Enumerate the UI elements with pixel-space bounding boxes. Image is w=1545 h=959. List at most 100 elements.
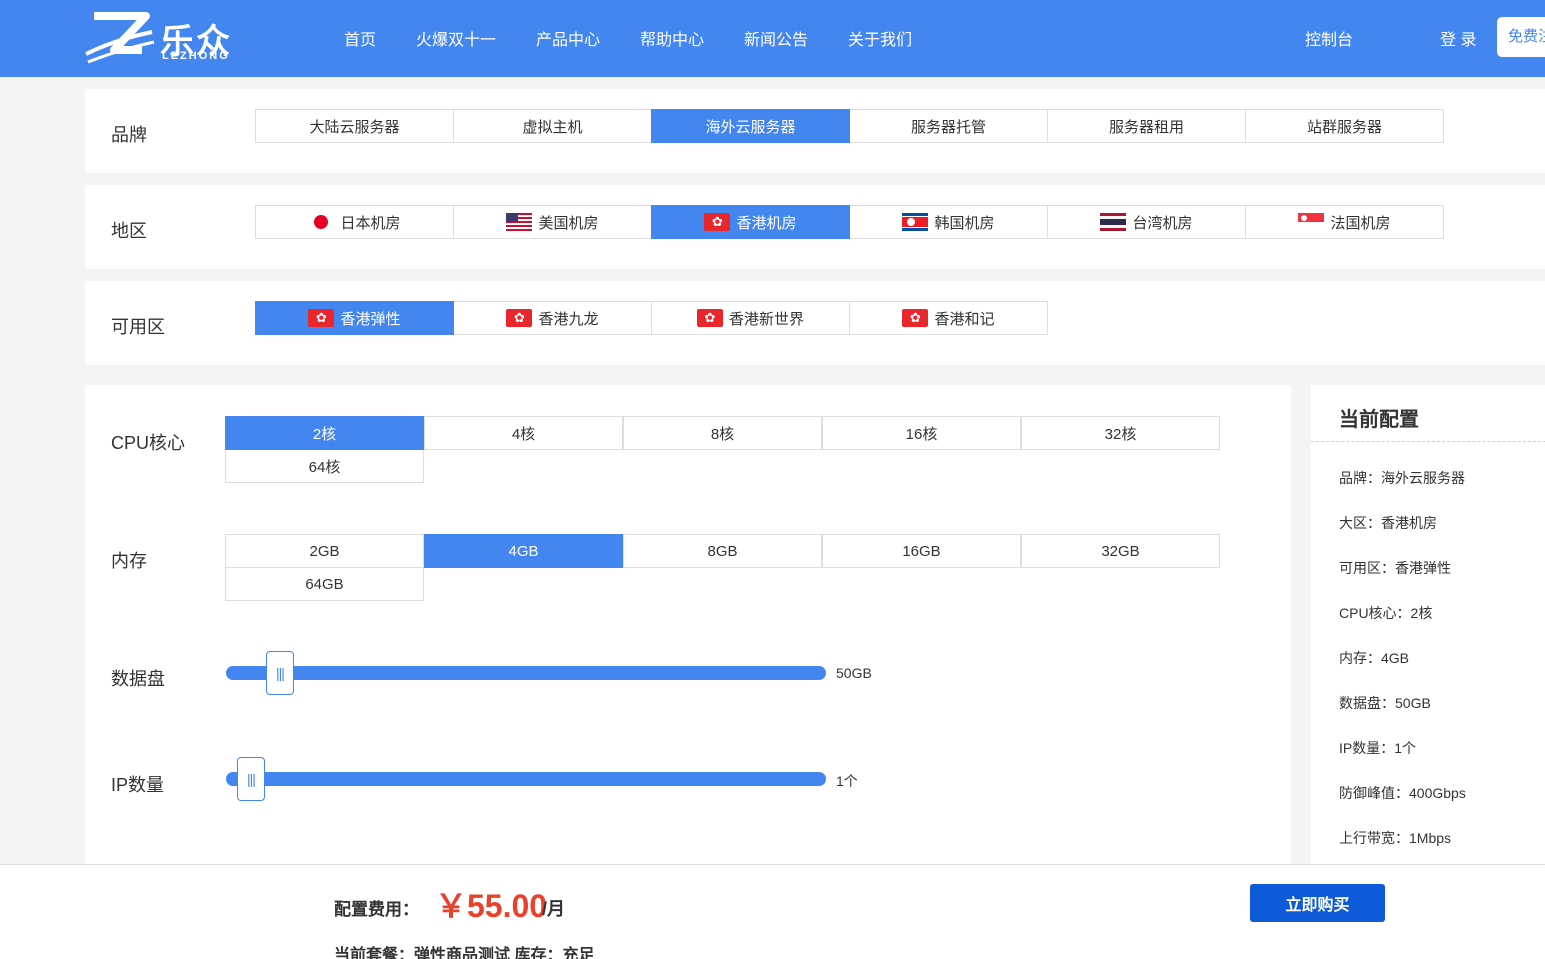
config-item-disk: 数据盘：50GB (1339, 695, 1431, 711)
config-item-ip: IP数量：1个 (1339, 740, 1417, 756)
config-item-bandwidth: 上行带宽：1Mbps (1339, 830, 1452, 846)
hongkong-flag-icon (902, 309, 929, 327)
region-option-label: 日本机房 (340, 214, 401, 232)
cpu-option-4[interactable]: 4核 (424, 416, 623, 450)
memory-option-64gb[interactable]: 64GB (225, 567, 424, 601)
cpu-option-2[interactable]: 2核 (225, 416, 424, 450)
disk-slider-track[interactable] (226, 666, 826, 680)
memory-label: 内存 (111, 551, 147, 571)
top-header: 乐众 LEZHONG 首页 火爆双十一 产品中心 帮助中心 新闻公告 关于我们 … (0, 0, 1545, 77)
region-option-usa[interactable]: 美国机房 (453, 205, 652, 239)
region-option-taiwan[interactable]: 台湾机房 (1047, 205, 1246, 239)
cpu-option-16[interactable]: 16核 (822, 416, 1021, 450)
memory-option-4gb[interactable]: 4GB (424, 534, 623, 568)
memory-option-32gb[interactable]: 32GB (1021, 534, 1220, 568)
brand-option-rental[interactable]: 服务器租用 (1047, 109, 1246, 143)
disk-slider-handle[interactable]: ||| (266, 651, 294, 695)
region-option-label: 韩国机房 (934, 214, 995, 232)
package-info: 当前套餐：弹性商品测试 库存：充足 (334, 947, 595, 959)
korea-flag-icon (902, 213, 929, 231)
region-option-label: 美国机房 (538, 214, 599, 232)
zone-option-label: 香港新世界 (728, 310, 804, 328)
free-register-button[interactable]: 免费注册 (1497, 17, 1545, 57)
region-option-label: 法国机房 (1330, 214, 1391, 232)
hongkong-flag-icon (704, 213, 731, 231)
config-item-defense: 防御峰值：400Gbps (1339, 785, 1466, 801)
zone-option-label: 香港弹性 (340, 310, 401, 328)
zone-option-label: 香港和记 (934, 310, 995, 328)
brand-option-mainland-cloud[interactable]: 大陆云服务器 (255, 109, 454, 143)
zone-option-label: 香港九龙 (538, 310, 599, 328)
zone-option-hk-hutchison[interactable]: 香港和记 (849, 301, 1048, 335)
login-link[interactable]: 登 录 (1440, 26, 1476, 50)
brand-option-virtual-host[interactable]: 虚拟主机 (453, 109, 652, 143)
cpu-option-32[interactable]: 32核 (1021, 416, 1220, 450)
zone-option-hk-kowloon[interactable]: 香港九龙 (453, 301, 652, 335)
zone-card: 可用区 香港弹性 香港九龙 香港新世界 香港和记 (85, 281, 1545, 365)
price-value: ￥55.00 (435, 888, 548, 924)
cpu-label: CPU核心 (111, 433, 186, 453)
config-item-zone: 可用区：香港弹性 (1339, 560, 1451, 576)
current-config-panel: 当前配置 品牌：海外云服务器 大区：香港机房 可用区：香港弹性 CPU核心：2核… (1311, 385, 1545, 875)
brand-card: 品牌 大陆云服务器 虚拟主机 海外云服务器 服务器托管 服务器租用 站群服务器 (85, 89, 1545, 173)
brand-options: 大陆云服务器 虚拟主机 海外云服务器 服务器托管 服务器租用 站群服务器 (255, 109, 1444, 143)
region-option-hongkong[interactable]: 香港机房 (651, 205, 850, 239)
region-label: 地区 (111, 221, 147, 241)
hongkong-flag-icon (696, 309, 723, 327)
grip-icon: ||| (247, 771, 256, 787)
usa-flag-icon (506, 213, 533, 231)
disk-label: 数据盘 (111, 669, 165, 689)
region-option-japan[interactable]: 日本机房 (255, 205, 454, 239)
thailand-flag-icon (1100, 213, 1127, 231)
ip-slider-handle[interactable]: ||| (237, 757, 265, 801)
nav-news[interactable]: 新闻公告 (744, 26, 808, 50)
zone-options: 香港弹性 香港九龙 香港新世界 香港和记 (255, 301, 1048, 335)
region-option-label: 台湾机房 (1132, 214, 1193, 232)
cpu-option-64[interactable]: 64核 (225, 449, 424, 483)
price-bar: 配置费用： ￥55.00 /月 当前套餐：弹性商品测试 库存：充足 立即购买 (0, 864, 1545, 959)
brand-option-hosting[interactable]: 服务器托管 (849, 109, 1048, 143)
logo-english-text: LEZHONG (162, 50, 230, 62)
region-options: 日本机房 美国机房 香港机房 韩国机房 台湾机房 法国机房 (255, 205, 1444, 239)
current-config-title: 当前配置 (1339, 409, 1419, 431)
zone-option-hk-elastic[interactable]: 香港弹性 (255, 301, 454, 335)
ip-value: 1个 (836, 773, 858, 789)
logo-mark-icon (85, 12, 155, 64)
zone-label: 可用区 (111, 317, 165, 337)
ip-label: IP数量 (111, 775, 165, 795)
config-item-brand: 品牌：海外云服务器 (1339, 470, 1465, 486)
nav-double-eleven[interactable]: 火爆双十一 (416, 26, 496, 50)
sidebar-divider (1311, 441, 1545, 442)
region-card: 地区 日本机房 美国机房 香港机房 韩国机房 台湾机房 法国机房 (85, 185, 1545, 269)
config-item-cpu: CPU核心：2核 (1339, 605, 1433, 621)
japan-flag-icon (308, 213, 335, 231)
price-label: 配置费用： (334, 900, 419, 919)
cpu-options: 2核 4核 8核 16核 32核 64核 (225, 416, 1221, 483)
brand-option-site-cluster[interactable]: 站群服务器 (1245, 109, 1444, 143)
region-option-france[interactable]: 法国机房 (1245, 205, 1444, 239)
cpu-option-8[interactable]: 8核 (623, 416, 822, 450)
nav-about[interactable]: 关于我们 (848, 26, 912, 50)
config-item-region: 大区：香港机房 (1339, 515, 1437, 531)
brand-label: 品牌 (111, 125, 147, 145)
nav-help[interactable]: 帮助中心 (640, 26, 704, 50)
buy-now-button[interactable]: 立即购买 (1250, 884, 1385, 922)
region-option-label: 香港机房 (736, 214, 797, 232)
grip-icon: ||| (276, 665, 285, 681)
memory-option-8gb[interactable]: 8GB (623, 534, 822, 568)
nav-home[interactable]: 首页 (344, 26, 376, 50)
memory-option-2gb[interactable]: 2GB (225, 534, 424, 568)
ip-slider-track[interactable] (226, 772, 826, 786)
region-option-korea[interactable]: 韩国机房 (849, 205, 1048, 239)
brand-option-overseas-cloud[interactable]: 海外云服务器 (651, 109, 850, 143)
config-card: CPU核心 2核 4核 8核 16核 32核 64核 内存 2GB 4GB 8G… (85, 385, 1291, 875)
lezhong-logo[interactable]: 乐众 LEZHONG (84, 10, 234, 66)
memory-option-16gb[interactable]: 16GB (822, 534, 1021, 568)
nav-products[interactable]: 产品中心 (536, 26, 600, 50)
zone-option-hk-new-world[interactable]: 香港新世界 (651, 301, 850, 335)
memory-options: 2GB 4GB 8GB 16GB 32GB 64GB (225, 534, 1221, 601)
hongkong-flag-icon (506, 309, 533, 327)
console-link[interactable]: 控制台 (1305, 26, 1353, 50)
price-unit: /月 (542, 899, 566, 919)
singapore-flag-icon (1298, 213, 1325, 231)
